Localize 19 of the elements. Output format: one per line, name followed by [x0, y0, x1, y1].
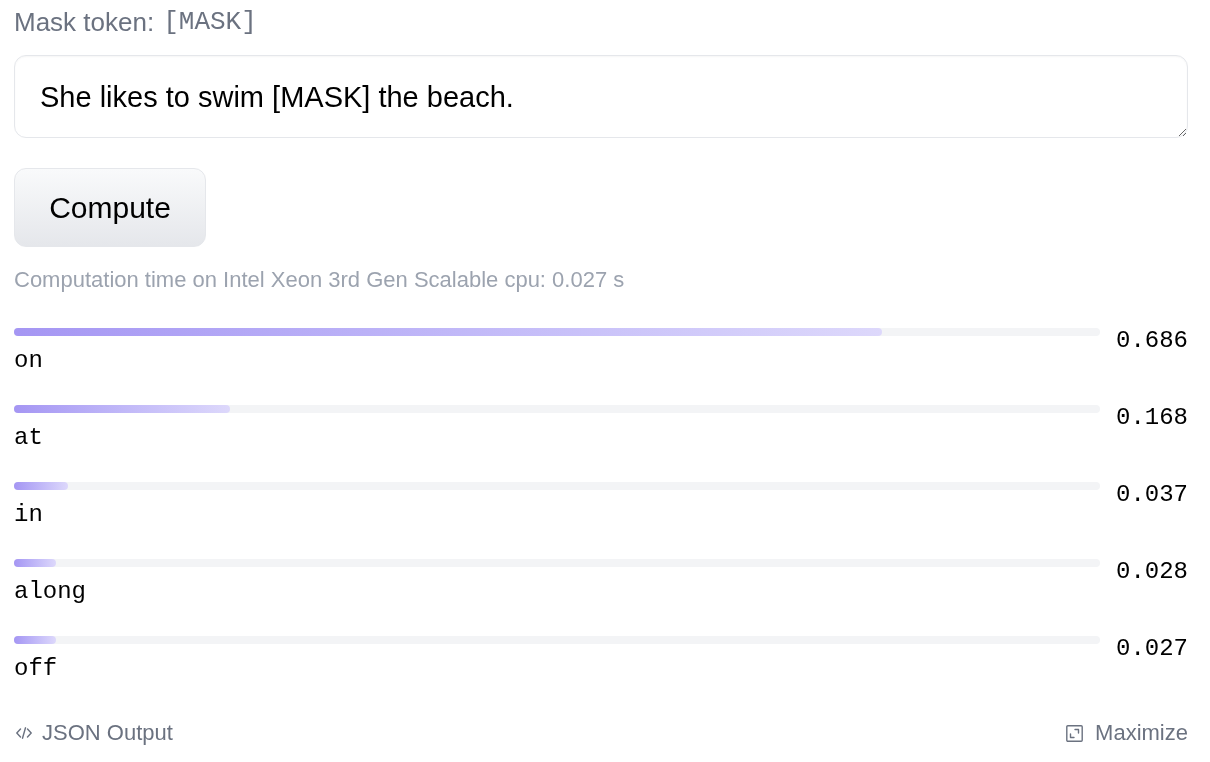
prediction-label: off [14, 655, 58, 683]
maximize-icon [1066, 724, 1084, 742]
code-icon [16, 727, 32, 739]
prediction-score: 0.686 [1116, 327, 1188, 355]
computation-time-text: Computation time on Intel Xeon 3rd Gen Scalable cpu: 0.027 s [14, 267, 625, 293]
prediction-label: along [14, 578, 86, 606]
prediction-label: at [14, 424, 43, 452]
prediction-score: 0.028 [1116, 558, 1188, 586]
mask-token-label: Mask token: [14, 8, 155, 36]
prediction-label: in [14, 501, 43, 529]
prediction-label: on [14, 347, 43, 375]
compute-button[interactable]: Compute [14, 168, 206, 247]
mask-token-value: [MASK] [163, 8, 257, 36]
prediction-score: 0.168 [1116, 404, 1188, 432]
prediction-score: 0.027 [1116, 635, 1188, 663]
prediction-score: 0.037 [1116, 481, 1188, 509]
maximize-button[interactable]: Maximize [1066, 720, 1188, 746]
text-input-field[interactable]: She likes to swim [MASK] the beach. [14, 55, 1188, 138]
json-output-button[interactable]: JSON Output [14, 720, 173, 746]
